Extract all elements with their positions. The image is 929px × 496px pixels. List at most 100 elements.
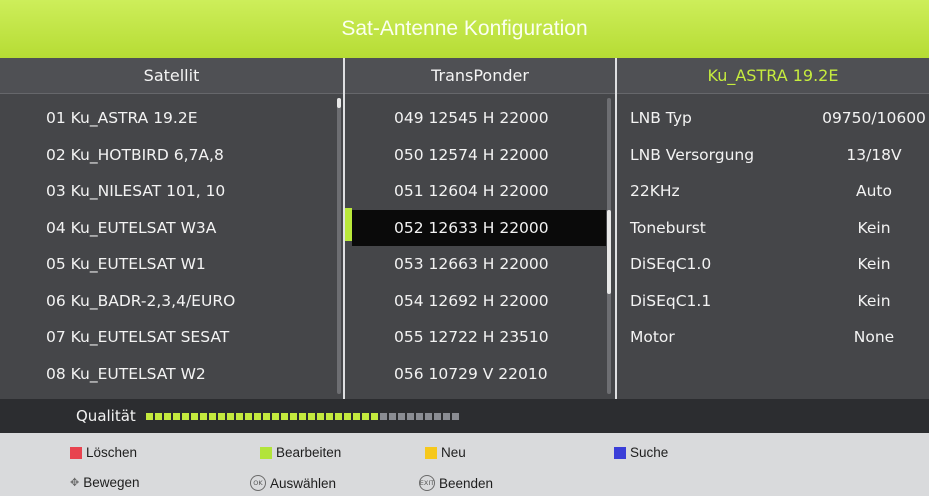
- quality-segment-filled: [361, 412, 369, 420]
- main-panel: Satellit TransPonder Ku_ASTRA 19.2E 01 K…: [0, 58, 929, 399]
- setting-label: DiSEqC1.0: [630, 255, 712, 274]
- quality-segment-filled: [217, 412, 225, 420]
- transponder-item[interactable]: 050 12574 H 22000: [352, 137, 606, 174]
- legend-search-label: Suche: [630, 445, 669, 460]
- selected-satellite-header: Ku_ASTRA 19.2E: [617, 58, 929, 94]
- green-key-icon: [260, 446, 272, 459]
- transponder-item[interactable]: 055 12722 H 23510: [352, 319, 606, 356]
- quality-segment-filled: [298, 412, 306, 420]
- setting-lnb-power[interactable]: LNB Versorgung 13/18V: [617, 137, 929, 174]
- setting-label: LNB Versorgung: [630, 145, 755, 164]
- legend-select[interactable]: OK Auswählen: [250, 475, 336, 491]
- setting-lnb-type[interactable]: LNB Typ 09750/10600: [617, 100, 929, 137]
- quality-segment-empty: [379, 412, 387, 420]
- satellite-item[interactable]: 02 Ku_HOTBIRD 6,7A,8: [0, 137, 336, 174]
- quality-segment-filled: [316, 412, 324, 420]
- quality-segment-filled: [307, 412, 315, 420]
- quality-segment-filled: [181, 412, 189, 420]
- quality-segment-filled: [262, 412, 270, 420]
- quality-segment-empty: [451, 412, 459, 420]
- setting-value: Kein: [857, 291, 891, 310]
- legend-exit-label: Beenden: [439, 475, 494, 491]
- quality-segment-filled: [244, 412, 252, 420]
- button-legend: Löschen Bearbeiten Neu Suche ✥ Bewegen O…: [0, 433, 929, 496]
- setting-value: Auto: [856, 182, 892, 201]
- satellite-item[interactable]: 05 Ku_EUTELSAT W1: [0, 246, 336, 283]
- satellite-item[interactable]: 01 Ku_ASTRA 19.2E: [0, 100, 336, 137]
- blue-key-icon: [614, 446, 626, 459]
- yellow-key-icon: [425, 446, 437, 459]
- transponder-scrollbar[interactable]: [607, 98, 611, 394]
- legend-new-label: Neu: [441, 445, 466, 460]
- setting-toneburst[interactable]: Toneburst Kein: [617, 210, 929, 247]
- setting-label: Toneburst: [630, 218, 706, 237]
- legend-edit[interactable]: Bearbeiten: [260, 445, 341, 460]
- satellite-item[interactable]: 03 Ku_NILESAT 101, 10: [0, 173, 336, 210]
- quality-bar-row: Qualität: [0, 399, 929, 433]
- satellite-scrollbar[interactable]: [337, 98, 341, 394]
- quality-segment-filled: [325, 412, 333, 420]
- satellite-scroll-thumb[interactable]: [337, 98, 341, 108]
- page-title: Sat-Antenne Konfiguration: [341, 17, 588, 40]
- quality-segment-filled: [280, 412, 288, 420]
- legend-new[interactable]: Neu: [425, 445, 466, 460]
- legend-move[interactable]: ✥ Bewegen: [70, 475, 140, 490]
- setting-label: Motor: [630, 328, 675, 347]
- selection-cursor: [345, 208, 352, 241]
- quality-segment-filled: [334, 412, 342, 420]
- transponder-item[interactable]: 056 10729 V 22010: [352, 356, 606, 393]
- quality-segment-filled: [271, 412, 279, 420]
- legend-delete[interactable]: Löschen: [70, 445, 137, 460]
- quality-segment-filled: [145, 412, 153, 420]
- satellite-list[interactable]: 01 Ku_ASTRA 19.2E 02 Ku_HOTBIRD 6,7A,8 0…: [0, 100, 336, 392]
- transponder-item[interactable]: 049 12545 H 22000: [352, 100, 606, 137]
- exit-button-icon: EXIT: [419, 475, 435, 491]
- setting-diseqc-1-1[interactable]: DiSEqC1.1 Kein: [617, 283, 929, 320]
- setting-label: 22KHz: [630, 182, 680, 201]
- red-key-icon: [70, 446, 82, 459]
- transponder-list[interactable]: 049 12545 H 22000 050 12574 H 22000 051 …: [352, 100, 606, 392]
- transponder-scroll-thumb[interactable]: [607, 210, 611, 294]
- setting-22khz[interactable]: 22KHz Auto: [617, 173, 929, 210]
- quality-segment-filled: [226, 412, 234, 420]
- legend-delete-label: Löschen: [86, 445, 138, 460]
- transponder-item[interactable]: 053 12663 H 22000: [352, 246, 606, 283]
- legend-select-label: Auswählen: [270, 475, 337, 491]
- legend-exit[interactable]: EXIT Beenden: [419, 475, 493, 491]
- settings-panel: LNB Typ 09750/10600 LNB Versorgung 13/18…: [617, 100, 929, 356]
- transponder-item[interactable]: 054 12692 H 22000: [352, 283, 606, 320]
- setting-value: 13/18V: [846, 145, 902, 164]
- setting-value: None: [853, 328, 895, 347]
- transponder-item-selected[interactable]: 052 12633 H 22000: [352, 209, 606, 246]
- satellite-item[interactable]: 08 Ku_EUTELSAT W2: [0, 356, 336, 393]
- quality-segment-filled: [163, 412, 171, 420]
- quality-segment-empty: [424, 412, 432, 420]
- quality-segment-filled: [208, 412, 216, 420]
- quality-segment-empty: [397, 412, 405, 420]
- quality-segment-filled: [253, 412, 261, 420]
- quality-segment-filled: [370, 412, 378, 420]
- satellite-item[interactable]: 04 Ku_EUTELSAT W3A: [0, 210, 336, 247]
- satellite-item[interactable]: 06 Ku_BADR-2,3,4/EURO: [0, 283, 336, 320]
- dpad-icon: ✥: [70, 476, 80, 489]
- quality-segment-empty: [388, 412, 396, 420]
- satellite-column-header: Satellit: [0, 58, 343, 94]
- setting-diseqc-1-0[interactable]: DiSEqC1.0 Kein: [617, 246, 929, 283]
- legend-search[interactable]: Suche: [614, 445, 668, 460]
- quality-segment-filled: [235, 412, 243, 420]
- quality-segment-filled: [172, 412, 180, 420]
- setting-label: LNB Typ: [630, 109, 692, 128]
- title-bar: Sat-Antenne Konfiguration: [0, 0, 929, 58]
- quality-segment-filled: [352, 412, 360, 420]
- setting-label: DiSEqC1.1: [630, 291, 712, 310]
- satellite-item[interactable]: 07 Ku_EUTELSAT SESAT: [0, 319, 336, 356]
- setting-value: 09750/10600: [822, 109, 926, 128]
- quality-segment-filled: [199, 412, 207, 420]
- transponder-item[interactable]: 051 12604 H 22000: [352, 173, 606, 210]
- quality-segment-filled: [190, 412, 198, 420]
- quality-segment-filled: [343, 412, 351, 420]
- setting-value: Kein: [857, 218, 891, 237]
- legend-edit-label: Bearbeiten: [276, 445, 342, 460]
- legend-move-label: Bewegen: [83, 475, 140, 490]
- setting-motor[interactable]: Motor None: [617, 319, 929, 356]
